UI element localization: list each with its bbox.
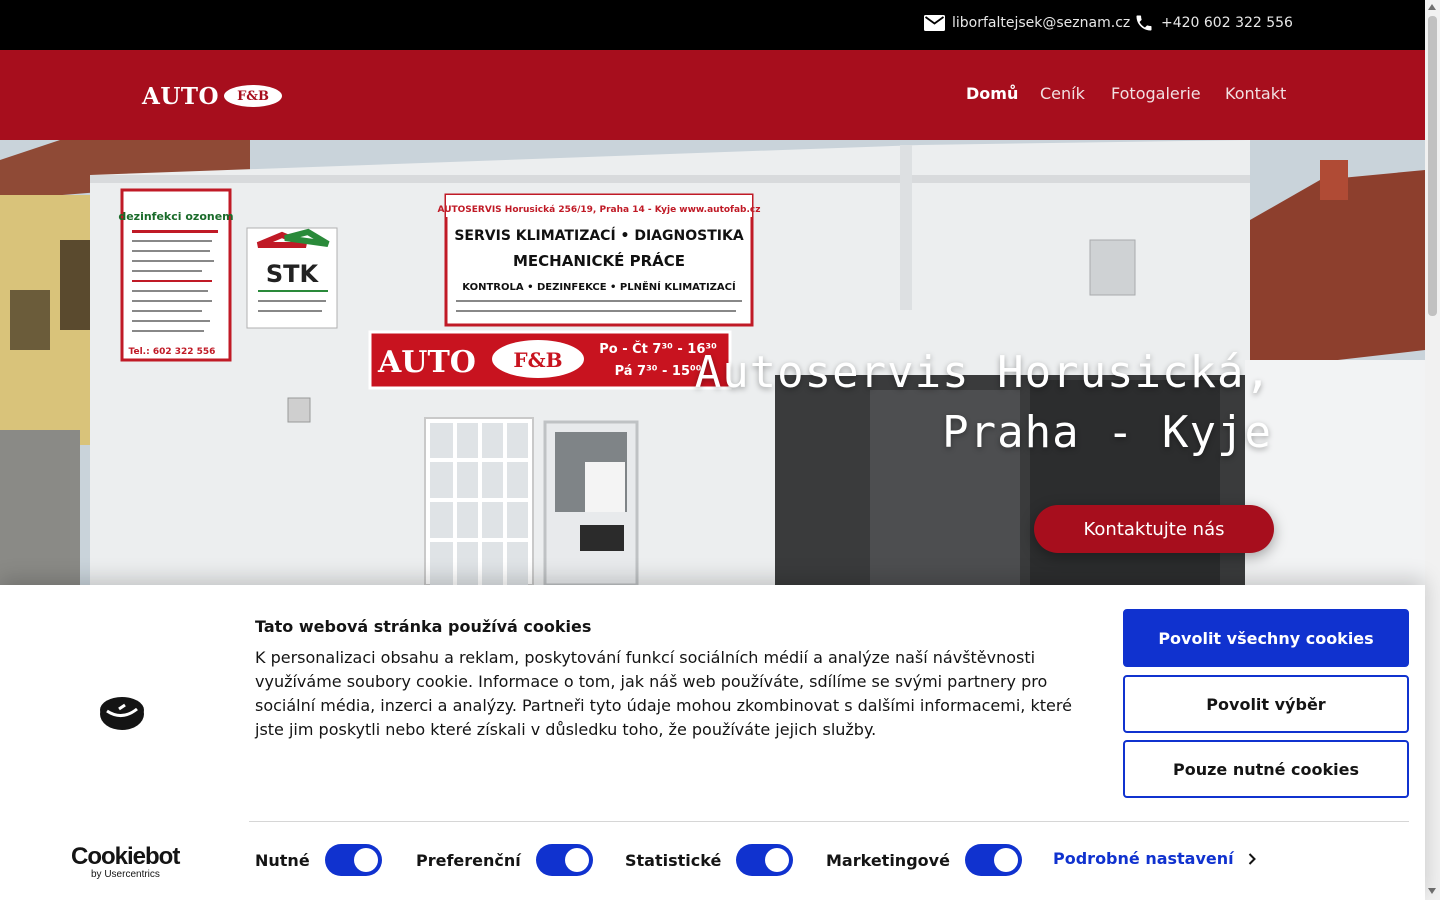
sign-hours-2: Pá 7³⁰ - 15⁰⁰ [615, 364, 702, 379]
cookie-text: K personalizaci obsahu a reklam, poskyto… [255, 648, 1072, 739]
sign-left-phone: Tel.: 602 322 556 [129, 347, 216, 357]
scrollbar-thumb[interactable] [1428, 16, 1437, 316]
phone-contact[interactable]: +420 602 322 556 [1134, 0, 1293, 46]
nav-item-home[interactable]: Domů [966, 84, 1018, 103]
scroll-down-icon[interactable] [1428, 888, 1436, 894]
toggle-label-necessary: Nutné [255, 850, 310, 870]
toggle-statistics[interactable] [736, 844, 794, 876]
cookie-icon [100, 697, 144, 730]
nav-item-pricing[interactable]: Ceník [1040, 84, 1085, 103]
cookie-title: Tato webová stránka používá cookies [255, 617, 592, 636]
sign-main-word: AUTO [377, 345, 476, 380]
nav-item-gallery[interactable]: Fotogalerie [1111, 84, 1201, 103]
toggle-label-preferences: Preferenční [416, 850, 521, 870]
email-contact[interactable]: liborfaltejsek@seznam.cz [924, 0, 1130, 46]
toggle-group-preferences: Preferenční [416, 843, 593, 877]
top-contact-bar: liborfaltejsek@seznam.cz +420 602 322 55… [0, 0, 1425, 50]
logo-word: AUTO [142, 82, 220, 110]
toggle-necessary[interactable] [324, 844, 382, 876]
sign-stk: STK [266, 260, 320, 288]
logo-badge: F&B [224, 85, 283, 107]
necessary-only-button[interactable]: Pouze nutné cookies [1123, 740, 1409, 798]
allow-all-cookies-button[interactable]: Povolit všechny cookies [1123, 609, 1409, 667]
sign-service-line1: SERVIS KLIMATIZACÍ • DIAGNOSTIKA [454, 227, 743, 244]
sign-service-line3: KONTROLA • DEZINFEKCE • PLNĚNÍ KLIMATIZA… [462, 280, 736, 293]
nav-item-contact[interactable]: Kontakt [1225, 84, 1286, 103]
site-header: AUTO F&B Domů Ceník Fotogalerie Kontakt [0, 50, 1425, 140]
email-text[interactable]: liborfaltejsek@seznam.cz [952, 15, 1130, 31]
toggle-label-marketing: Marketingové [826, 850, 950, 870]
sign-service-line2: MECHANICKÉ PRÁCE [513, 251, 685, 270]
sign-main-badge: F&B [513, 348, 562, 372]
scroll-up-icon[interactable] [1428, 4, 1436, 10]
cookie-divider [249, 821, 1409, 822]
hero-title: Autoservis Horusická, Praha - Kyje [695, 343, 1272, 463]
mail-icon [924, 15, 945, 31]
toggle-knob [353, 848, 378, 872]
toggle-knob [765, 848, 790, 872]
toggle-preferences[interactable] [535, 844, 593, 876]
toggle-group-marketing: Marketingové [826, 843, 1022, 877]
toggle-marketing[interactable] [964, 844, 1022, 876]
phone-text[interactable]: +420 602 322 556 [1161, 15, 1293, 31]
hero-title-line-2: Praha - Kyje [942, 407, 1272, 458]
toggle-knob [993, 848, 1018, 872]
hero-title-line-1: Autoservis Horusická, [694, 347, 1272, 398]
cookiebot-sub: by Usercentrics [91, 869, 160, 880]
logo-badge-text: F&B [237, 88, 270, 104]
toggle-group-necessary: Nutné [255, 843, 382, 877]
allow-selection-button[interactable]: Povolit výběr [1123, 675, 1409, 733]
cookiebot-logo[interactable]: Cookiebot by Usercentrics [71, 843, 180, 881]
page-scrollbar[interactable] [1425, 0, 1440, 900]
cookiebot-brand: Cookiebot [71, 843, 180, 870]
phone-icon [1136, 15, 1152, 31]
cookie-banner: Cookiebot by Usercentrics Tato webová st… [0, 585, 1425, 900]
detailed-settings-link[interactable]: Podrobné nastavení [1053, 849, 1256, 868]
toggle-knob [564, 848, 589, 872]
detailed-settings-label[interactable]: Podrobné nastavení [1053, 849, 1234, 868]
hero-section: dezinfekci ozonem Tel.: 602 322 556 STK … [0, 140, 1425, 585]
toggle-group-statistics: Statistické [625, 843, 794, 877]
contact-us-button[interactable]: Kontaktujte nás [1034, 505, 1274, 553]
chevron-right-icon [1248, 852, 1256, 865]
site-logo[interactable]: AUTO F&B [142, 82, 283, 110]
sign-left-heading: dezinfekci ozonem [118, 210, 233, 223]
sign-service-head: AUTOSERVIS Horusická 256/19, Praha 14 - … [438, 205, 761, 215]
toggle-label-statistics: Statistické [625, 850, 722, 870]
